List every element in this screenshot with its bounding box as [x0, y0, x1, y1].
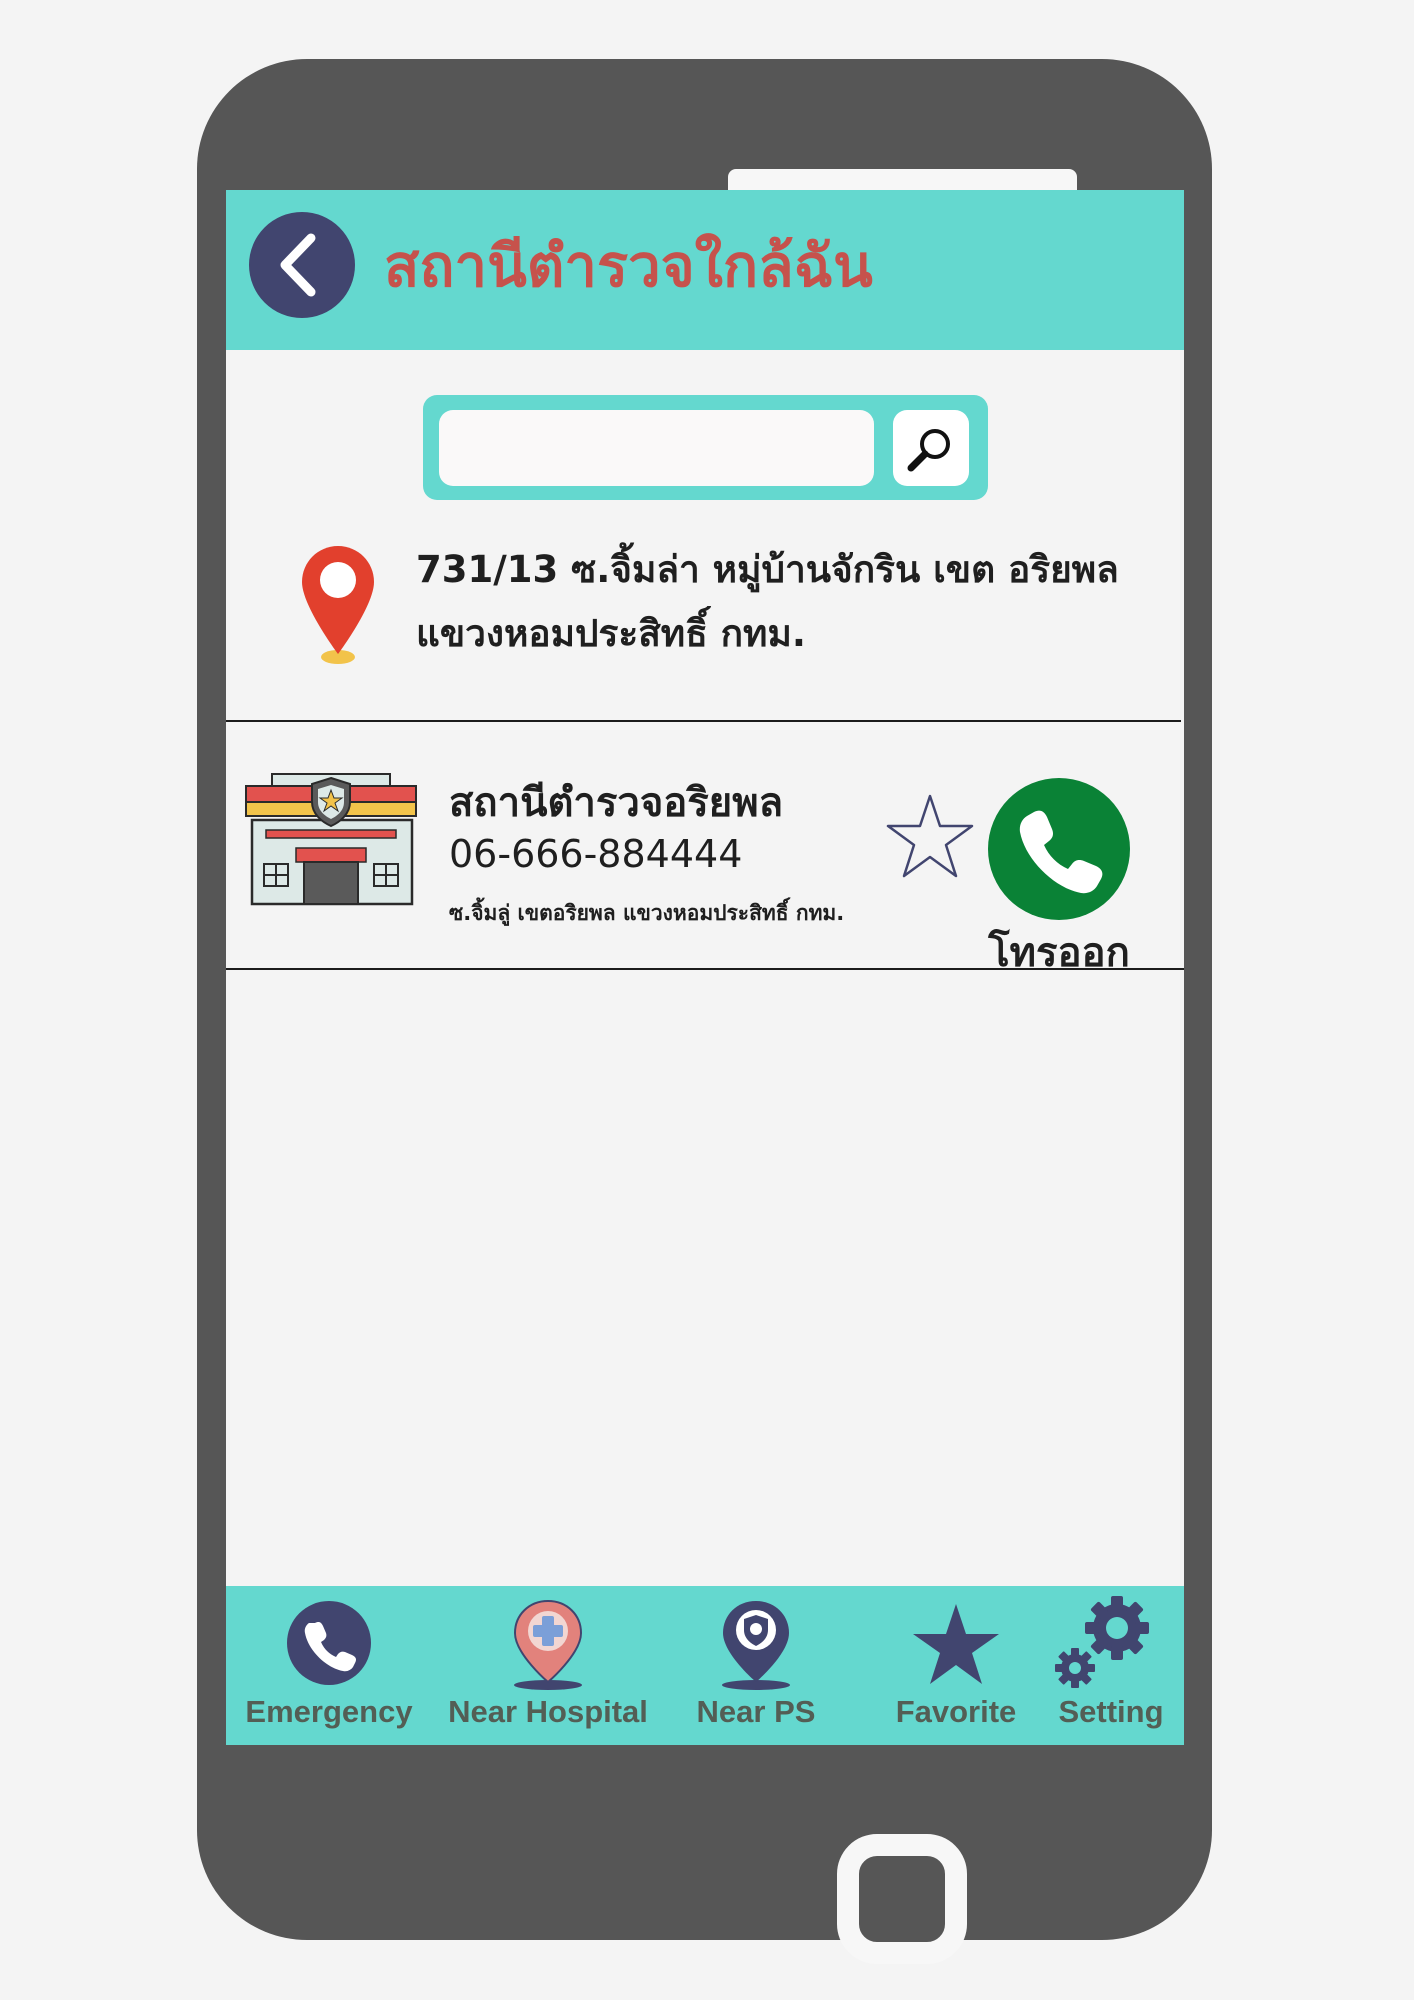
gears-icon	[1055, 1596, 1149, 1688]
nav-item-emergency[interactable]: Emergency	[244, 1586, 414, 1745]
nav-item-near-hospital[interactable]: Near Hospital	[438, 1586, 658, 1745]
app-screen: สถานีตำรวจใกล้ฉัน 731/13 ซ.จิ้มล่า หมู่บ…	[226, 190, 1184, 1745]
search-button[interactable]	[893, 410, 969, 486]
app-header: สถานีตำรวจใกล้ฉัน	[226, 190, 1184, 350]
phone-icon	[287, 1601, 371, 1685]
page-title: สถานีตำรวจใกล้ฉัน	[384, 232, 873, 300]
station-phone: 06-666-884444	[449, 832, 743, 876]
chevron-left-icon	[280, 233, 316, 297]
call-label: โทรออก	[988, 930, 1130, 976]
nav-label-setting: Setting	[1058, 1694, 1164, 1729]
nav-item-near-ps[interactable]: Near PS	[676, 1586, 836, 1745]
back-button[interactable]	[249, 212, 355, 318]
hospital-pin-icon	[513, 1599, 583, 1690]
nav-label-favorite: Favorite	[895, 1694, 1017, 1729]
search-bar	[423, 395, 988, 500]
station-name: สถานีตำรวจอริยพล	[449, 780, 784, 826]
divider-bottom	[226, 968, 1184, 970]
home-button[interactable]	[837, 1834, 967, 1964]
star-icon	[913, 1604, 999, 1684]
station-list-item[interactable]: สถานีตำรวจอริยพล 06-666-884444 ซ.จิ้มลู่…	[226, 722, 1184, 976]
phone-icon	[1019, 810, 1103, 894]
bottom-navigation: Emergency Near Hospital Near PS Favorite…	[226, 1586, 1184, 1745]
search-input[interactable]	[439, 410, 874, 486]
police-pin-icon	[722, 1601, 790, 1690]
nav-label-near-ps: Near PS	[696, 1694, 816, 1729]
search-icon	[907, 429, 950, 472]
police-station-icon	[245, 773, 417, 906]
station-address: ซ.จิ้มลู่ เขตอริยพล แขวงหอมประสิทธิ์ กทม…	[449, 901, 845, 925]
nav-item-favorite[interactable]: Favorite	[876, 1586, 1036, 1745]
call-button[interactable]	[988, 778, 1130, 920]
nav-item-setting[interactable]: Setting	[1041, 1586, 1181, 1745]
favorite-star-icon[interactable]	[884, 792, 976, 880]
nav-label-near-hospital: Near Hospital	[448, 1694, 648, 1729]
location-pin-icon	[302, 546, 374, 664]
current-address: 731/13 ซ.จิ้มล่า หมู่บ้านจักริน เขต อริย…	[416, 548, 1119, 655]
nav-label-emergency: Emergency	[245, 1694, 413, 1729]
